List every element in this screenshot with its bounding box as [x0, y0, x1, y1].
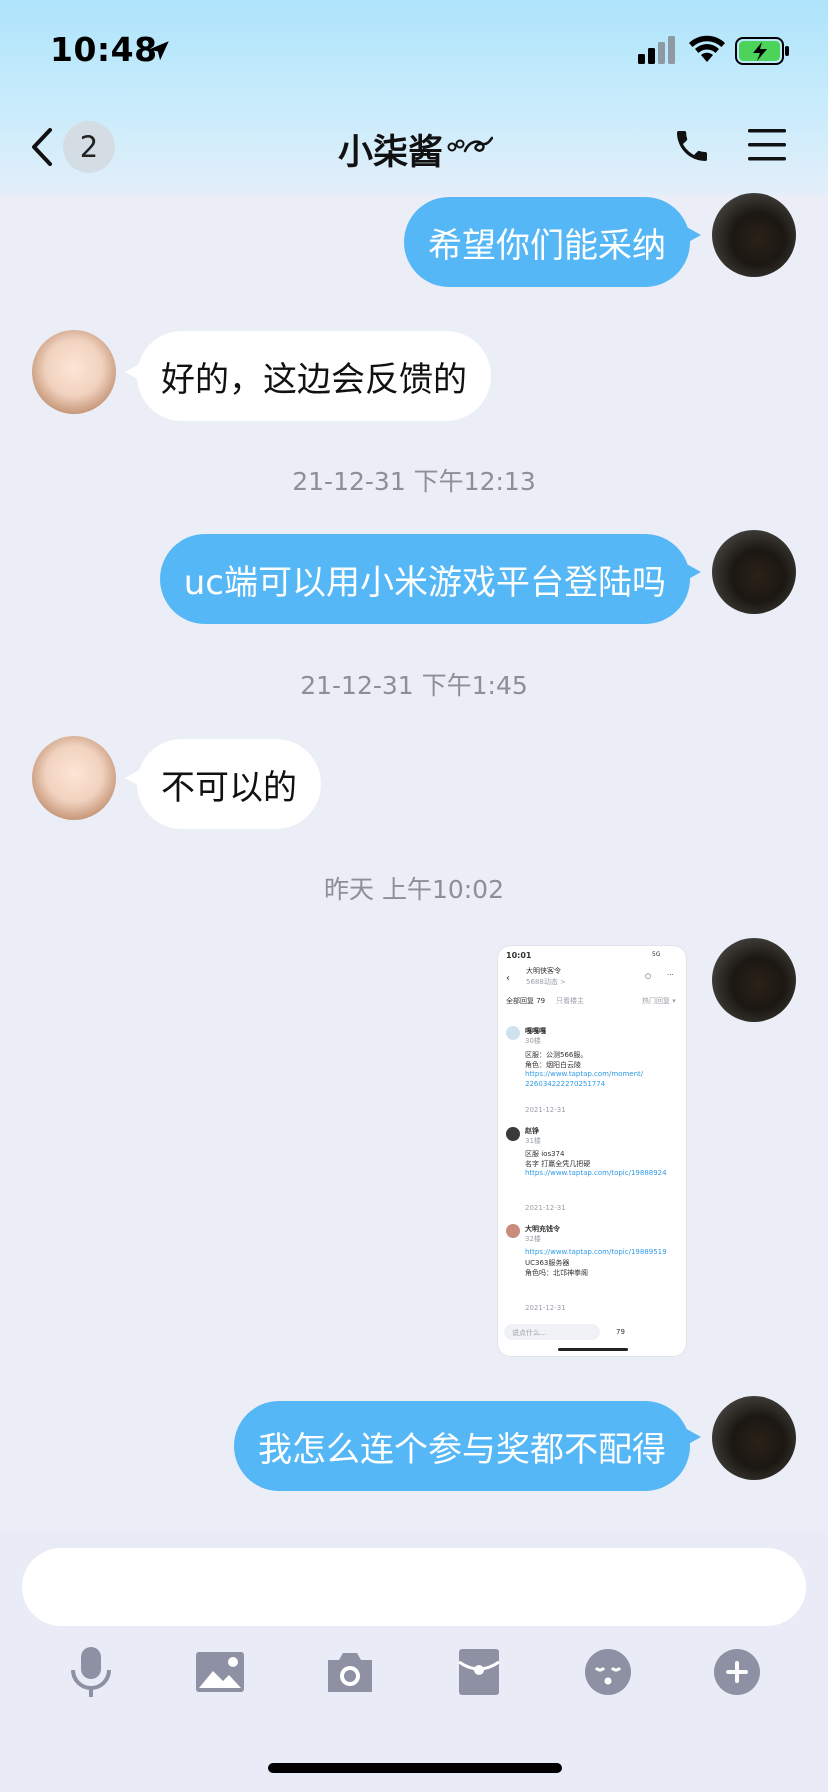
flourish-decoration-icon	[447, 136, 493, 153]
home-indicator	[268, 1763, 562, 1773]
red-packet-icon	[458, 1649, 500, 1695]
more-button[interactable]	[709, 1646, 765, 1698]
my-avatar[interactable]	[712, 938, 796, 1022]
shot-post-avatar	[506, 1127, 520, 1141]
shot-sort: 热门回复 ▾	[642, 997, 676, 1005]
chevron-left-icon	[32, 128, 52, 166]
my-avatar[interactable]	[712, 1396, 796, 1480]
status-time: 10:48	[50, 30, 158, 69]
shot-status-time: 10:01	[506, 951, 532, 960]
incoming-message[interactable]: 好的，这边会反馈的	[137, 331, 491, 421]
shot-post-name: 赵铮	[525, 1127, 539, 1135]
shot-home-indicator	[558, 1348, 628, 1351]
shot-post-date: 2021-12-31	[525, 1304, 566, 1312]
shot-post-line: 区服 ios374	[525, 1150, 565, 1158]
image-icon	[196, 1652, 244, 1692]
unread-count-badge[interactable]: 2	[63, 121, 115, 173]
incoming-message[interactable]: 不可以的	[137, 739, 321, 829]
my-avatar[interactable]	[712, 530, 796, 614]
shot-post-floor: 30楼	[525, 1037, 541, 1045]
shot-more-icon: ···	[667, 971, 674, 979]
message-timestamp: 昨天 上午10:02	[324, 875, 504, 904]
shot-post-line: 角色：烟阳白云陵	[525, 1061, 581, 1069]
shot-post-line: UC363服务器	[525, 1259, 570, 1267]
shared-screenshot-image[interactable]: 10:01 5G ‹ 大明侠客令 5688动态 > ○ ··· 全部回复 79 …	[497, 945, 687, 1357]
signal-icon	[638, 36, 675, 64]
shot-post-floor: 32楼	[525, 1235, 541, 1243]
chat-title: 小柒酱	[338, 133, 444, 173]
shot-subtitle: 5688动态 >	[526, 978, 566, 986]
wifi-icon	[689, 35, 725, 62]
outgoing-message[interactable]: 希望你们能采纳	[404, 197, 690, 287]
image-button[interactable]	[192, 1646, 248, 1698]
location-arrow-icon	[149, 41, 169, 61]
chat-header: 10:48 2 小柒酱	[0, 0, 828, 195]
shot-post-floor: 31楼	[525, 1137, 541, 1145]
shot-post-line: 名字 打赢全凭几把硬	[525, 1160, 591, 1168]
shot-title: 大明侠客令	[526, 967, 561, 975]
shot-status-signal: 5G	[652, 951, 661, 958]
chat-screen: 10:48 2 小柒酱 希望你们能采纳 好的，这边会反馈的 21-12-31 下…	[0, 0, 828, 1792]
contact-avatar[interactable]	[32, 330, 116, 414]
shot-comment-count: 79	[616, 1328, 625, 1336]
shot-post-avatar	[506, 1224, 520, 1238]
my-avatar[interactable]	[712, 193, 796, 277]
camera-button[interactable]	[322, 1646, 378, 1698]
message-input[interactable]	[22, 1548, 806, 1626]
emoji-button[interactable]	[580, 1646, 636, 1698]
phone-call-icon[interactable]	[672, 125, 712, 167]
shot-input-placeholder: 说点什么...	[512, 1329, 547, 1337]
battery-charging-icon	[735, 37, 789, 65]
shot-search-icon: ○	[645, 972, 652, 980]
shot-post-link: https://www.taptap.com/moment/	[525, 1070, 644, 1078]
outgoing-message[interactable]: 我怎么连个参与奖都不配得	[234, 1401, 690, 1491]
shot-post-link: 226034222270251774	[525, 1080, 606, 1088]
shot-tab-owner: 只看楼主	[556, 997, 584, 1005]
contact-avatar[interactable]	[32, 736, 116, 820]
shot-post-date: 2021-12-31	[525, 1204, 566, 1212]
back-button[interactable]	[30, 122, 64, 172]
message-timestamp: 21-12-31 下午1:45	[300, 671, 528, 700]
shot-back-icon: ‹	[506, 973, 510, 984]
outgoing-message[interactable]: uc端可以用小米游戏平台登陆吗	[159, 534, 690, 624]
shot-post-line: 角色吗：北邙神拳阁	[525, 1269, 588, 1277]
shot-post-line: 区服：公测566服。	[525, 1051, 588, 1059]
shot-post-link: https://www.taptap.com/topic/19888924	[525, 1169, 667, 1177]
plus-icon	[714, 1649, 760, 1695]
camera-icon	[328, 1653, 372, 1692]
shot-tab-all: 全部回复 79	[506, 997, 546, 1005]
shot-post-date: 2021-12-31	[525, 1106, 566, 1114]
emoji-icon	[585, 1649, 631, 1695]
shot-post-avatar	[506, 1026, 520, 1040]
message-timestamp: 21-12-31 下午12:13	[292, 467, 536, 496]
menu-icon[interactable]	[747, 127, 787, 163]
shot-post-name: 嘎嘎嘎	[525, 1027, 546, 1035]
shot-post-link: https://www.taptap.com/topic/19889519	[525, 1248, 667, 1256]
red-packet-button[interactable]	[451, 1646, 507, 1698]
shot-post-name: 大明充钱令	[525, 1225, 560, 1233]
voice-button[interactable]	[63, 1646, 119, 1698]
microphone-icon	[71, 1647, 111, 1697]
